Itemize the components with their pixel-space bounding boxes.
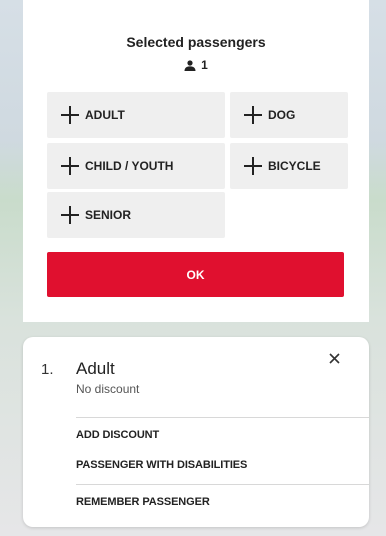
add-dog-label: DOG <box>268 108 296 122</box>
add-discount-link[interactable]: ADD DISCOUNT <box>76 429 159 441</box>
add-senior-label: SENIOR <box>85 208 132 222</box>
plus-icon <box>61 157 79 175</box>
add-adult-button[interactable]: ADULT <box>47 92 225 138</box>
passenger-type-name: Adult <box>76 359 115 378</box>
divider <box>76 417 369 418</box>
ok-button[interactable]: OK <box>47 252 344 297</box>
plus-icon <box>244 106 262 124</box>
passenger-discount: No discount <box>76 382 140 396</box>
passenger-index: 1. <box>41 361 54 378</box>
add-bicycle-button[interactable]: BICYCLE <box>230 143 348 189</box>
close-icon[interactable] <box>323 347 345 369</box>
passenger-count: 1 <box>23 58 369 72</box>
add-bicycle-label: BICYCLE <box>268 159 321 173</box>
passenger-count-value: 1 <box>201 58 208 72</box>
plus-icon <box>61 206 79 224</box>
add-child-youth-button[interactable]: CHILD / YOUTH <box>47 143 225 189</box>
add-dog-button[interactable]: DOG <box>230 92 348 138</box>
add-senior-button[interactable]: SENIOR <box>47 192 225 238</box>
plus-icon <box>61 106 79 124</box>
person-icon <box>184 59 196 71</box>
passenger-with-disabilities-link[interactable]: PASSENGER WITH DISABILITIES <box>76 459 247 471</box>
panel-title: Selected passengers <box>126 34 266 50</box>
add-adult-label: ADULT <box>85 108 125 122</box>
remember-passenger-link[interactable]: REMEMBER PASSENGER <box>76 496 210 508</box>
add-child-youth-label: CHILD / YOUTH <box>85 159 174 173</box>
divider <box>76 484 369 485</box>
passenger-card: 1. Adult No discount ADD DISCOUNT PASSEN… <box>23 337 369 527</box>
plus-icon <box>244 157 262 175</box>
